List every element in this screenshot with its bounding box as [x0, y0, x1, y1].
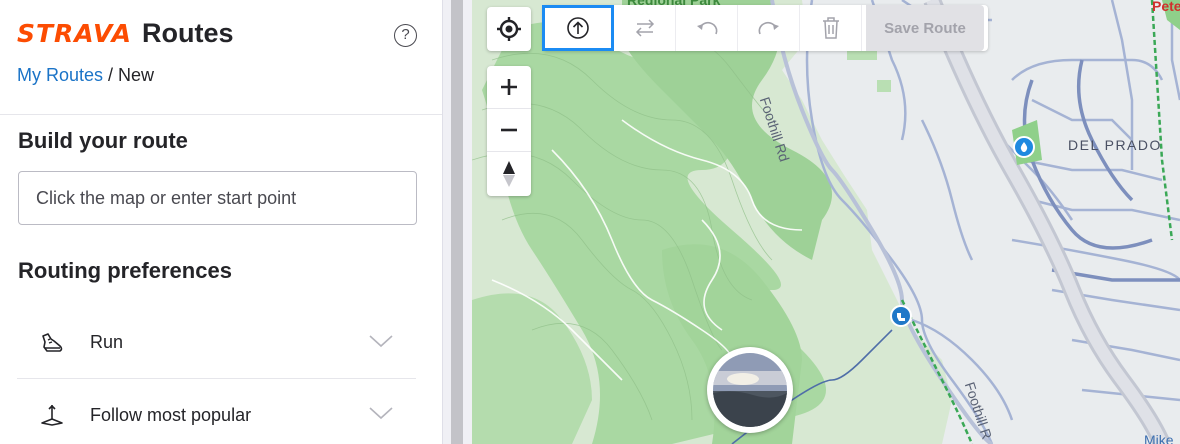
shoe-icon: [39, 330, 65, 356]
route-toolbar: Save Route: [542, 5, 988, 51]
brand[interactable]: STRAVA Routes: [17, 18, 233, 49]
compass-reset-button[interactable]: [487, 152, 531, 196]
preference-sport-label: Run: [90, 332, 124, 352]
upload-gpx-button[interactable]: [542, 5, 614, 51]
breadcrumb: My Routes / New: [17, 65, 154, 86]
product-name: Routes: [141, 18, 234, 48]
reverse-route-button[interactable]: [614, 5, 676, 51]
clear-route-button[interactable]: [800, 5, 862, 51]
crosshair-icon: [497, 17, 521, 41]
map-canvas[interactable]: Regional Park Foothill Rd Foothill R DEL…: [472, 0, 1180, 444]
water-poi-icon[interactable]: [1013, 136, 1035, 158]
preference-sport-select[interactable]: Run: [17, 307, 416, 379]
avatar-photo: [713, 353, 787, 427]
plus-icon: [501, 79, 517, 95]
undo-button[interactable]: [676, 5, 738, 51]
sidebar-header: STRAVA Routes ? My Routes / New: [0, 0, 442, 115]
build-route-title: Build your route: [18, 128, 188, 153]
start-point-input[interactable]: [18, 171, 417, 225]
strava-logo[interactable]: STRAVA: [17, 19, 132, 48]
zoom-controls: [487, 66, 531, 196]
chevron-down-icon: [369, 335, 393, 348]
restroom-poi-icon[interactable]: [890, 305, 912, 327]
redo-icon: [758, 21, 779, 35]
popular-route-icon: [39, 402, 65, 428]
map-tiles: [472, 0, 1180, 444]
map-label-neighborhood: DEL PRADO: [1068, 137, 1162, 153]
zoom-out-button[interactable]: [487, 109, 531, 152]
sidebar-scrollbar[interactable]: [443, 0, 472, 444]
routing-preferences-title: Routing preferences: [18, 258, 232, 283]
breadcrumb-my-routes[interactable]: My Routes: [17, 65, 103, 85]
compass-icon: [503, 161, 515, 187]
reverse-route-icon: [635, 19, 654, 37]
upload-gpx-icon: [567, 17, 589, 39]
map-label-corner-top: Pete: [1152, 0, 1180, 14]
trash-icon: [822, 17, 839, 39]
undo-icon: [696, 21, 717, 35]
preference-popularity-select[interactable]: Follow most popular: [17, 379, 416, 444]
route-builder-sidebar: STRAVA Routes ? My Routes / New Build yo…: [0, 0, 443, 444]
preference-popularity-label: Follow most popular: [90, 404, 252, 425]
locate-me-button[interactable]: [487, 7, 531, 51]
breadcrumb-current: New: [118, 65, 155, 85]
redo-button[interactable]: [738, 5, 800, 51]
breadcrumb-separator: /: [103, 65, 119, 85]
chevron-down-icon: [369, 407, 393, 420]
save-route-button[interactable]: Save Route: [866, 5, 984, 51]
help-button[interactable]: ?: [394, 24, 417, 47]
zoom-in-button[interactable]: [487, 66, 531, 109]
minus-icon: [501, 128, 517, 132]
scrollbar-thumb[interactable]: [451, 0, 463, 444]
map-label-corner-bottom: Mike: [1144, 432, 1174, 444]
user-location-avatar[interactable]: [707, 347, 793, 433]
